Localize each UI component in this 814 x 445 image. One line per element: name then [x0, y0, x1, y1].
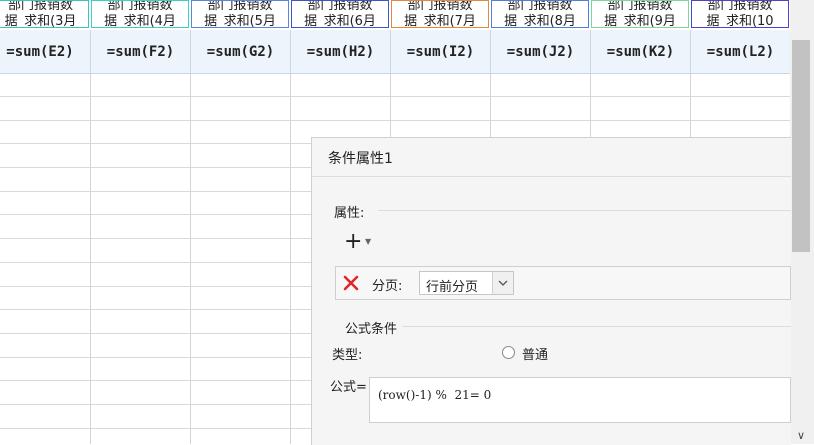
- property-row: 分页: 行前分页: [335, 266, 791, 300]
- header-text: 部门报销数: [207, 0, 273, 13]
- header-text: 部门报销数: [107, 0, 173, 13]
- header-text: 据_求和(6月: [304, 14, 376, 28]
- grid-column-line: [190, 74, 191, 444]
- divider: [402, 326, 791, 327]
- header-text: 部门报销数: [607, 0, 673, 13]
- scrollbar-thumb[interactable]: [792, 40, 810, 252]
- add-property-button[interactable]: + ▼: [342, 230, 376, 256]
- select-value: 行前分页: [426, 280, 479, 295]
- type-label: 类型:: [332, 348, 363, 363]
- grid-column-line: [290, 74, 291, 444]
- plus-icon: +: [344, 229, 363, 254]
- column-header-cell[interactable]: 部门报销数 据_求和(4月: [91, 0, 189, 28]
- chevron-down-icon[interactable]: ∨: [790, 428, 812, 444]
- formula-text: (row()-1) % 21= 0: [378, 388, 492, 402]
- column-header-cell[interactable]: 部门报销数 据_求和(6月: [291, 0, 389, 28]
- formula-cell[interactable]: =sum(G2): [191, 30, 291, 74]
- chevron-down-icon: ▼: [365, 237, 372, 246]
- normal-radio-label: 普通: [522, 348, 549, 363]
- formula-cell[interactable]: =sum(F2): [91, 30, 191, 74]
- grid-row-line: [0, 120, 790, 121]
- header-text: 据_求和(3月: [4, 14, 77, 28]
- chevron-down-icon[interactable]: [492, 272, 513, 294]
- formula-cell[interactable]: =sum(I2): [391, 30, 491, 74]
- header-text: 据_求和(8月: [504, 14, 576, 28]
- header-text: 据_求和(4月: [104, 14, 176, 28]
- divider: [378, 210, 791, 211]
- close-icon[interactable]: [342, 274, 360, 292]
- formula-label: 公式=: [330, 380, 367, 395]
- column-header-cell[interactable]: 部门报销数 据_求和(3月: [0, 0, 89, 28]
- property-label: 分页:: [372, 279, 403, 294]
- header-text: 部门报销数: [307, 0, 373, 13]
- column-header-cell[interactable]: 部门报销数 据_求和(9月: [591, 0, 689, 28]
- column-header-cell[interactable]: 部门报销数 据_求和(10: [691, 0, 789, 28]
- header-text: 部门报销数: [407, 0, 473, 13]
- formula-cell[interactable]: =sum(J2): [491, 30, 591, 74]
- column-header-cell[interactable]: 部门报销数 据_求和(5月: [191, 0, 289, 28]
- normal-radio[interactable]: [502, 346, 515, 359]
- header-text: 部门报销数: [7, 0, 73, 13]
- formula-cell[interactable]: =sum(E2): [0, 30, 91, 74]
- column-header-row: 部门报销数 据_求和(3月 部门报销数 据_求和(4月 部门报销数 据_求和(5…: [0, 0, 790, 30]
- formula-input[interactable]: (row()-1) % 21= 0: [369, 377, 791, 423]
- formula-cell[interactable]: =sum(K2): [591, 30, 691, 74]
- properties-label: 属性:: [334, 206, 365, 221]
- formula-cell[interactable]: =sum(L2): [691, 30, 790, 74]
- column-header-cell[interactable]: 部门报销数 据_求和(7月: [391, 0, 489, 28]
- grid-row-line: [0, 96, 790, 97]
- header-text: 部门报销数: [507, 0, 573, 13]
- formula-cell[interactable]: =sum(H2): [291, 30, 391, 74]
- panel-title: 条件属性1: [328, 151, 393, 167]
- header-text: 据_求和(10: [706, 14, 774, 28]
- header-text: 部门报销数: [707, 0, 773, 13]
- vertical-scrollbar[interactable]: ∨: [790, 0, 814, 444]
- header-text: 据_求和(7月: [404, 14, 476, 28]
- condition-properties-panel: 条件属性1 属性: + ▼ 分页: 行前分页 公式条件 类型: 普通 公式= (…: [311, 137, 791, 445]
- header-text: 据_求和(9月: [604, 14, 676, 28]
- grid-column-line: [90, 74, 91, 444]
- divider: [312, 176, 791, 177]
- column-header-cell[interactable]: 部门报销数 据_求和(8月: [491, 0, 589, 28]
- formula-condition-label: 公式条件: [345, 322, 398, 337]
- header-text: 据_求和(5月: [204, 14, 276, 28]
- page-break-select[interactable]: 行前分页: [419, 271, 514, 295]
